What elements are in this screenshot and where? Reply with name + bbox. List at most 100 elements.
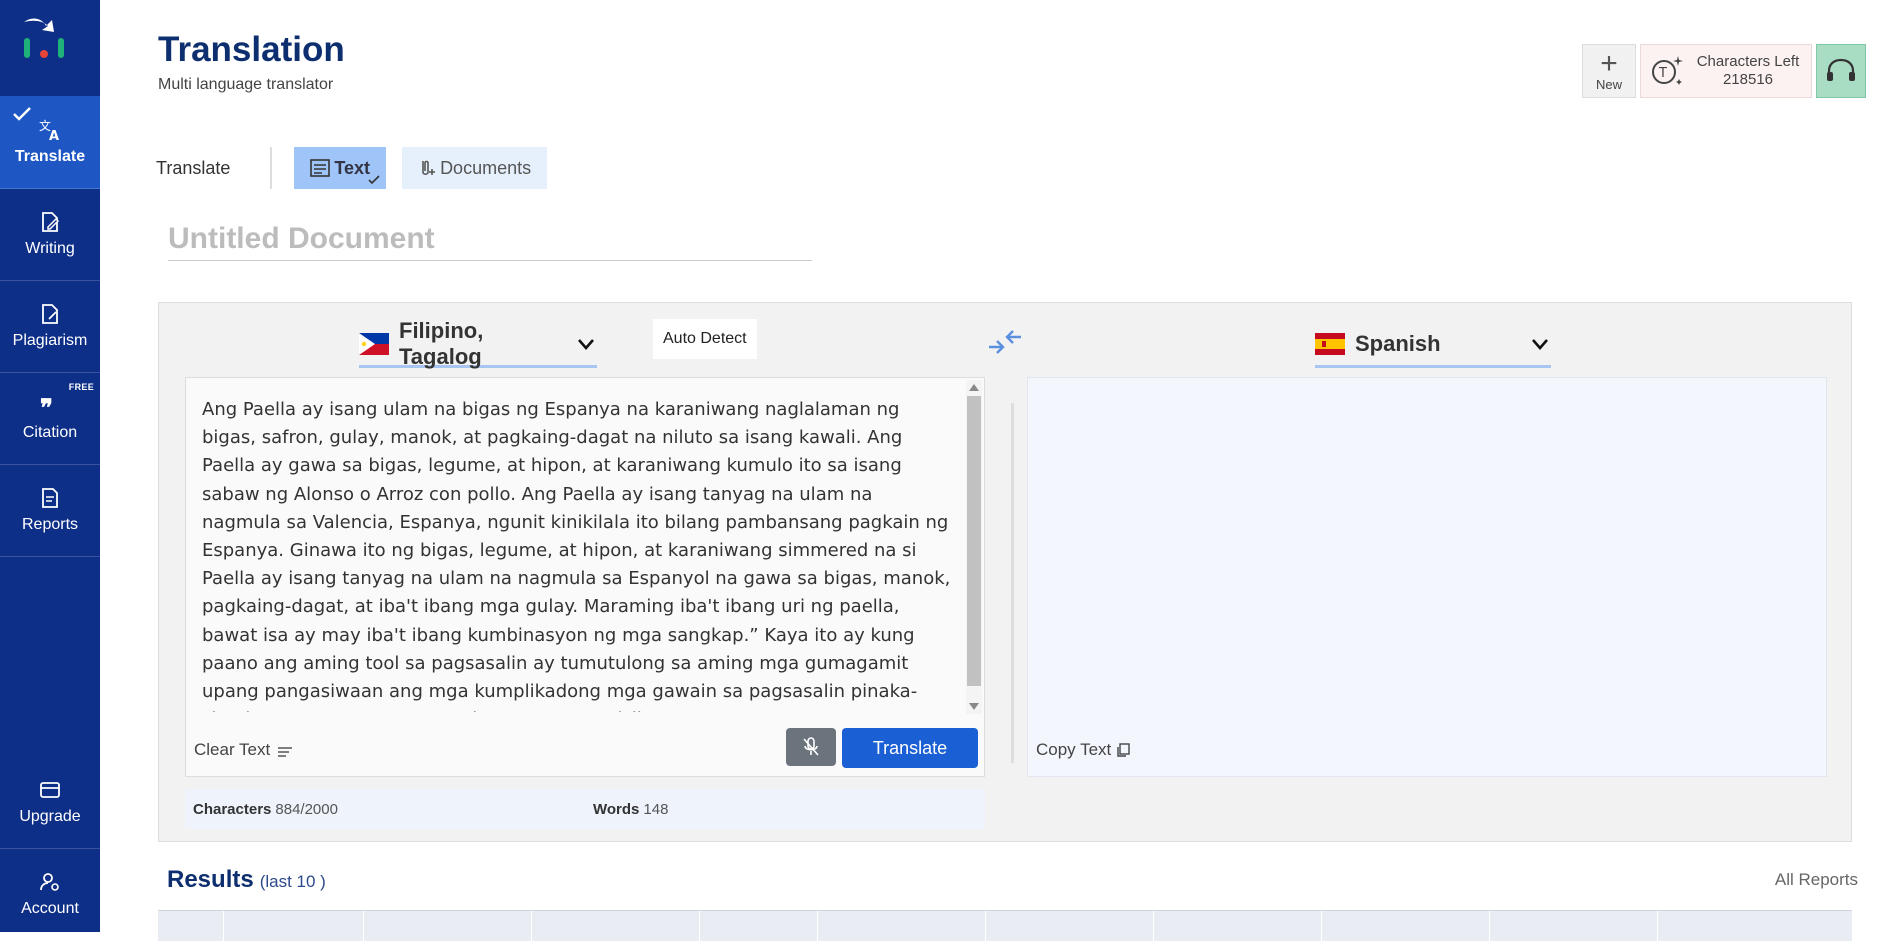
all-reports-link[interactable]: All Reports <box>1775 870 1858 890</box>
characters-label: Characters <box>193 800 272 818</box>
translator-panel: Filipino, Tagalog Auto Detect Spanish An… <box>158 302 1852 842</box>
sidebar-item-reports[interactable]: Reports <box>0 464 100 557</box>
headset-icon <box>1827 58 1855 81</box>
reports-icon <box>42 488 58 508</box>
source-language-select[interactable]: Filipino, Tagalog <box>359 318 597 369</box>
plagiarism-icon <box>42 304 58 324</box>
copy-text-label: Copy Text <box>1036 740 1112 759</box>
sidebar-item-label: Account <box>21 900 79 917</box>
panel-divider <box>1011 403 1014 763</box>
text-doc-icon <box>310 159 331 177</box>
chevron-down-icon <box>578 339 594 350</box>
page-subtitle: Multi language translator <box>158 76 334 93</box>
free-badge: FREE <box>68 382 94 392</box>
sidebar-item-label: Writing <box>25 240 75 257</box>
ai-text-icon: T <box>1652 56 1683 85</box>
scroll-down-arrow[interactable] <box>969 703 979 710</box>
mode-label: Translate <box>156 147 273 189</box>
sidebar-item-label: Translate <box>14 148 86 165</box>
characters-left-value: 218516 <box>1722 71 1774 88</box>
scroll-up-arrow[interactable] <box>969 384 979 391</box>
app-logo[interactable] <box>18 12 70 64</box>
table-header-cell <box>1490 911 1658 941</box>
translate-button[interactable]: Translate <box>842 728 978 768</box>
card-icon <box>40 782 60 798</box>
translate-icon: 文 A <box>39 118 59 142</box>
sidebar-item-label: Plagiarism <box>12 332 88 349</box>
table-header-cell <box>818 911 986 941</box>
sidebar-item-label: Citation <box>22 424 78 441</box>
chevron-down-icon <box>1532 339 1548 350</box>
table-header-cell <box>1322 911 1490 941</box>
swap-languages-icon[interactable] <box>985 323 1025 361</box>
words-stat: Words 148 <box>593 801 668 818</box>
check-icon <box>13 107 31 121</box>
spain-flag-icon <box>1315 333 1345 355</box>
svg-text:A: A <box>49 129 59 142</box>
characters-value: 884/2000 <box>275 800 338 818</box>
clear-text-button[interactable]: Clear Text <box>194 740 294 760</box>
tab-text[interactable]: Text <box>294 147 387 189</box>
source-text-box: Ang Paella ay isang ulam na bigas ng Esp… <box>185 377 985 777</box>
mic-off-icon <box>803 737 819 756</box>
page-title: Translation <box>158 30 345 69</box>
sidebar-item-label: Upgrade <box>19 808 81 825</box>
svg-text:T: T <box>1658 66 1667 81</box>
check-icon <box>368 175 380 185</box>
paperclip-icon <box>422 160 436 176</box>
new-button[interactable]: + New <box>1582 44 1636 98</box>
mode-row: Translate Text Documents <box>156 146 548 190</box>
table-header-cell <box>700 911 818 941</box>
top-actions: + New T Characters Left 218516 <box>1582 44 1866 98</box>
target-language-select[interactable]: Spanish <box>1315 323 1551 368</box>
quote-icon: ❞ <box>40 394 53 418</box>
target-language-name: Spanish <box>1355 331 1441 356</box>
words-label: Words <box>593 800 640 818</box>
auto-detect-button[interactable]: Auto Detect <box>653 319 757 359</box>
tab-documents[interactable]: Documents <box>402 147 548 189</box>
table-header-cell <box>532 911 700 941</box>
results-heading: Results (last 10 ) <box>167 866 326 894</box>
source-text-area[interactable]: Ang Paella ay isang ulam na bigas ng Esp… <box>202 396 954 712</box>
sidebar: 文 A Translate Writing Plagiarism FREE ❞ … <box>0 0 100 932</box>
sidebar-item-plagiarism[interactable]: Plagiarism <box>0 280 100 373</box>
results-table-header <box>158 910 1852 941</box>
results-subtitle: (last 10 ) <box>259 872 326 891</box>
sidebar-item-citation[interactable]: FREE ❞ Citation <box>0 372 100 465</box>
table-header-cell <box>1658 911 1842 941</box>
microphone-button[interactable] <box>786 728 836 766</box>
table-header-cell <box>364 911 532 941</box>
stats-bar: Characters 884/2000 Words 148 <box>185 789 985 829</box>
sidebar-item-label: Reports <box>21 516 79 533</box>
philippines-flag-icon <box>359 333 389 355</box>
svg-text:❞: ❞ <box>40 394 53 418</box>
sidebar-item-writing[interactable]: Writing <box>0 188 100 281</box>
results-title: Results <box>167 866 254 893</box>
clear-text-label: Clear Text <box>194 740 271 759</box>
tab-text-label: Text <box>334 157 371 178</box>
characters-left-label: Characters Left <box>1696 53 1800 70</box>
table-header-cell <box>1154 911 1322 941</box>
document-title-input[interactable]: Untitled Document <box>168 222 812 261</box>
support-button[interactable] <box>1816 44 1866 98</box>
plus-icon: + <box>1600 46 1618 80</box>
scroll-thumb[interactable] <box>967 396 981 686</box>
writing-icon <box>42 212 60 232</box>
words-value: 148 <box>643 800 669 818</box>
sidebar-item-upgrade[interactable]: Upgrade <box>0 756 100 849</box>
table-header-cell <box>158 911 224 941</box>
scrollbar[interactable] <box>966 380 982 714</box>
target-text-box[interactable]: Copy Text <box>1027 377 1827 777</box>
tab-documents-label: Documents <box>440 157 532 178</box>
table-header-cell <box>224 911 364 941</box>
table-header-cell <box>986 911 1154 941</box>
characters-left-box: T Characters Left 218516 <box>1640 44 1812 98</box>
sidebar-item-account[interactable]: Account <box>0 848 100 940</box>
copy-text-button[interactable]: Copy Text <box>1036 740 1131 760</box>
copy-icon <box>1117 743 1130 757</box>
sidebar-item-translate[interactable]: 文 A Translate <box>0 96 100 189</box>
characters-stat: Characters 884/2000 <box>193 801 593 818</box>
clear-lines-icon <box>278 747 293 757</box>
account-settings-icon <box>40 873 59 891</box>
new-button-label: New <box>1595 76 1622 92</box>
